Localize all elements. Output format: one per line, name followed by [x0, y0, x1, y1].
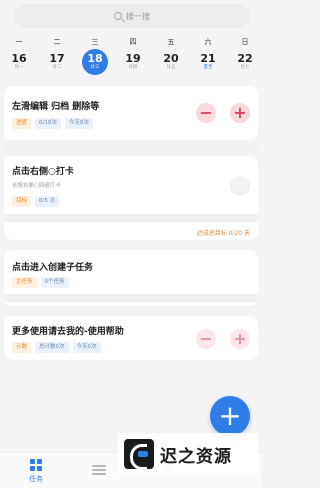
lunar-date: 廿五 — [166, 65, 176, 70]
day-number: 16 — [11, 52, 27, 65]
total-count-tag: 总计数0次 — [35, 342, 69, 353]
day-number: 22 — [237, 52, 253, 65]
counter-tag: 计数 — [12, 342, 32, 353]
subtask-count-tag: 0个任务 — [40, 277, 69, 288]
increment-button[interactable]: + — [230, 103, 250, 123]
task-title: 更多使用请去我的-使用帮助 — [12, 327, 124, 337]
weekday-label: 五 — [167, 38, 175, 46]
lunar-date: 廿三 — [90, 65, 100, 70]
calendar-day-20[interactable]: 五 20 廿五 — [156, 36, 186, 82]
tab-tasks-label: 任务 — [29, 475, 43, 483]
total-goal-status: 达成总目标 0/20 天 — [196, 230, 250, 237]
task-card-swipe[interactable]: 左滑编辑 归档 删除等 进度 0/10次 今天0次 − + — [4, 86, 258, 140]
weekday-label: 三 — [91, 38, 99, 46]
calendar-day-16[interactable]: 一 16 廿一 — [4, 36, 34, 82]
day-number: 17 — [49, 52, 65, 65]
day-number: 21 — [200, 52, 216, 65]
task-card-checkin[interactable]: 点击右侧○打卡 长按右侧○回退打卡 目标 0/5 次 达成总目标 0/20 天 — [4, 156, 258, 240]
watermark: 迟之资源 — [118, 433, 258, 475]
progress-tag: 进度 — [12, 118, 32, 129]
calendar-day-18-selected[interactable]: 三 18 廿三 — [80, 36, 110, 82]
decrement-button[interactable]: − — [196, 103, 216, 123]
list-icon[interactable] — [92, 465, 106, 475]
card-inner-bar — [4, 294, 258, 302]
today-count-tag: 今天0次 — [72, 342, 101, 353]
calendar-day-22[interactable]: 日 22 廿七 — [230, 36, 260, 82]
lunar-date: 夏至 — [203, 65, 213, 70]
decrement-button[interactable]: − — [196, 329, 216, 349]
task-title: 点击右侧○打卡 — [12, 167, 74, 177]
goal-count-tag: 0/5 次 — [35, 196, 60, 207]
task-title: 左滑编辑 归档 删除等 — [12, 102, 100, 112]
search-icon — [114, 12, 122, 20]
tab-tasks[interactable]: 任务 — [22, 459, 50, 484]
add-task-button[interactable]: + — [210, 396, 250, 436]
lunar-date: 廿七 — [240, 65, 250, 70]
calendar-day-21[interactable]: 六 21 夏至 — [193, 36, 223, 82]
lunar-date: 廿四 — [128, 65, 138, 70]
day-number: 19 — [125, 52, 141, 65]
weekday-label: 四 — [129, 38, 137, 46]
calendar-day-19[interactable]: 四 19 廿四 — [118, 36, 148, 82]
task-title: 点击进入创建子任务 — [12, 263, 94, 273]
lunar-date: 廿二 — [52, 65, 62, 70]
goal-tag: 目标 — [12, 196, 32, 207]
search-bar[interactable]: 搜一搜 — [14, 4, 250, 28]
count-tag: 0/10次 — [35, 118, 61, 129]
task-subtitle: 长按右侧○回退打卡 — [12, 183, 61, 189]
card-separator — [4, 144, 258, 152]
watermark-logo-icon — [124, 439, 154, 470]
today-count-tag: 今天0次 — [64, 118, 93, 129]
card-inner-bar — [4, 214, 258, 222]
calendar-day-17[interactable]: 二 17 廿二 — [42, 36, 72, 82]
watermark-text: 迟之资源 — [160, 446, 232, 467]
search-placeholder: 搜一搜 — [126, 11, 150, 21]
lunar-date: 廿一 — [14, 65, 24, 70]
week-calendar: 一 16 廿一 二 17 廿二 三 18 廿三 四 19 廿四 五 20 廿五 六 21 夏… — [0, 36, 262, 82]
weekday-label: 二 — [53, 38, 61, 46]
task-card-help[interactable]: 更多使用请去我的-使用帮助 计数 总计数0次 今天0次 − + — [4, 316, 258, 360]
weekday-label: 日 — [241, 38, 249, 46]
task-card-subtasks[interactable]: 点击进入创建子任务 主任务 0个任务 — [4, 250, 258, 306]
increment-button[interactable]: + — [230, 329, 250, 349]
main-task-tag: 主任务 — [12, 277, 37, 288]
day-number: 18 — [87, 52, 103, 65]
day-number: 20 — [163, 52, 179, 65]
weekday-label: 六 — [204, 38, 212, 46]
weekday-label: 一 — [15, 38, 23, 46]
checkin-circle-button[interactable] — [230, 176, 250, 196]
grid-icon — [30, 459, 42, 471]
